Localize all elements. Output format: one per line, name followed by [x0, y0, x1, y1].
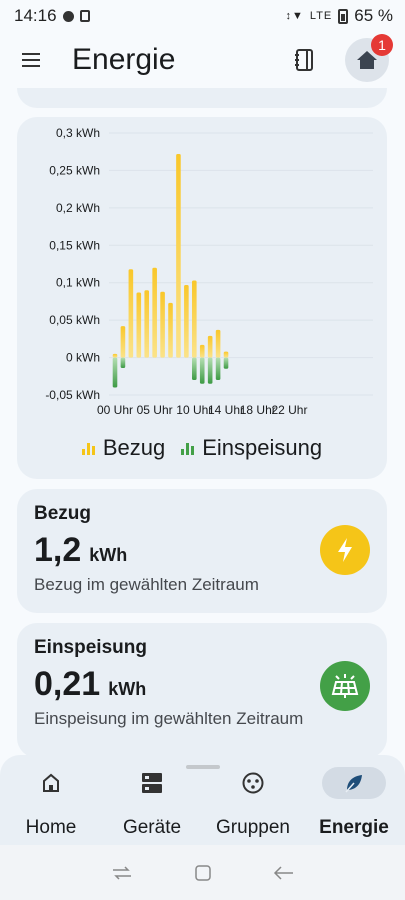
- home-nav-icon[interactable]: [194, 864, 212, 882]
- einspeisung-unit: kWh: [108, 679, 147, 699]
- bottom-navigation: Home Geräte Gruppen Energie: [0, 755, 405, 845]
- chart-legend: Bezug Einspeisung: [17, 435, 387, 461]
- battery-percentage: 65 %: [354, 6, 393, 25]
- x-tick-label: 18 Uhr: [240, 403, 276, 417]
- einspeisung-bar: [199, 357, 205, 384]
- y-tick-label: 0,15 kWh: [49, 238, 100, 252]
- bezug-bar: [223, 351, 229, 358]
- bezug-bar: [176, 153, 181, 358]
- nav-gruppen[interactable]: Gruppen: [208, 767, 298, 839]
- y-tick-label: 0,05 kWh: [49, 313, 100, 327]
- groups-icon: [221, 767, 285, 799]
- status-right: ↕▼ LTE 65 %: [286, 6, 394, 26]
- bezug-bar: [136, 292, 142, 358]
- y-tick-label: -0,05 kWh: [45, 388, 100, 402]
- lightning-icon: [320, 525, 370, 575]
- bezug-bar: [160, 291, 165, 358]
- notebook-icon[interactable]: [291, 47, 317, 73]
- home-icon: [19, 767, 83, 799]
- legend-bezug-label: Bezug: [102, 435, 166, 460]
- status-bar: 14:16 ↕▼ LTE 65 %: [0, 0, 405, 32]
- y-tick-label: 0 kWh: [66, 351, 100, 365]
- bezug-bar: [144, 290, 150, 358]
- bezug-bar: [184, 284, 189, 358]
- network-type: LTE: [309, 10, 333, 22]
- status-left: 14:16: [14, 6, 90, 26]
- devices-icon: [120, 767, 184, 799]
- bezug-bar: [168, 302, 173, 358]
- sim-icon: [79, 10, 90, 22]
- nav-energie[interactable]: Energie: [309, 767, 399, 839]
- notification-badge: 1: [371, 34, 393, 56]
- bezug-bar: [199, 344, 205, 358]
- bezug-title: Bezug: [34, 503, 91, 524]
- bezug-bar: [192, 280, 197, 358]
- bezug-value: 1,2: [34, 531, 82, 569]
- bar-chart-icon-yellow: [81, 441, 96, 455]
- einspeisung-title: Einspeisung: [34, 637, 147, 658]
- einspeisung-value: 0,21: [34, 665, 101, 703]
- signal-icon: ↕▼: [285, 10, 304, 22]
- energy-chart-card: 0,3 kWh 0,25 kWh 0,2 kWh 0,15 kWh 0,1 kWh 0,0…: [17, 117, 387, 479]
- recent-apps-icon[interactable]: [111, 865, 133, 880]
- bezug-bar: [128, 269, 134, 358]
- y-tick-label: 0,1 kWh: [56, 276, 100, 290]
- einspeisung-bar: [207, 357, 213, 384]
- nav-gruppen-label: Gruppen: [216, 817, 290, 838]
- home-button[interactable]: 1: [345, 34, 393, 82]
- einspeisung-description: Einspeisung im gewählten Zeitraum: [34, 709, 304, 728]
- solar-panel-icon: [320, 661, 370, 711]
- nav-geraete-label: Geräte: [122, 817, 182, 838]
- legend-einspeisung[interactable]: Einspeisung: [181, 435, 322, 461]
- bezug-bar: [120, 326, 126, 358]
- einspeisung-bar: [223, 357, 229, 369]
- nav-energie-label: Energie: [319, 817, 389, 838]
- menu-icon[interactable]: [22, 48, 46, 72]
- app-bar: Energie 1: [0, 32, 405, 88]
- leaf-icon: [322, 767, 386, 799]
- einspeisung-bar: [120, 357, 126, 369]
- nav-home-label: Home: [25, 817, 77, 838]
- legend-einspeisung-label: Einspeisung: [202, 435, 323, 460]
- bezug-bar: [152, 267, 157, 358]
- x-tick-label: 14 Uhr: [208, 403, 244, 417]
- status-time: 14:16: [14, 6, 57, 25]
- bezug-unit: kWh: [89, 545, 128, 565]
- einspeisung-card[interactable]: Einspeisung 0,21 kWh Einspeisung im gewä…: [17, 623, 387, 758]
- battery-icon: [338, 8, 349, 24]
- energy-chart: 0,3 kWh 0,25 kWh 0,2 kWh 0,15 kWh 0,1 kWh 0,0…: [45, 126, 373, 417]
- nav-geraete[interactable]: Geräte: [107, 767, 197, 839]
- y-tick-label: 0,3 kWh: [56, 126, 100, 140]
- bezug-card[interactable]: Bezug 1,2 kWh Bezug im gewählten Zeitrau…: [17, 489, 387, 613]
- back-icon[interactable]: [273, 865, 295, 880]
- bezug-description: Bezug im gewählten Zeitraum: [34, 575, 259, 594]
- x-tick-label: 22 Uhr: [271, 403, 307, 417]
- einspeisung-bar: [112, 357, 118, 388]
- y-tick-label: 0,25 kWh: [49, 163, 100, 177]
- nav-home[interactable]: Home: [6, 767, 96, 839]
- previous-card: [17, 88, 387, 108]
- bezug-bar: [215, 329, 221, 358]
- x-tick-label: 10 Uhr: [176, 403, 212, 417]
- einspeisung-bar: [192, 357, 197, 381]
- bezug-bar: [112, 353, 118, 358]
- legend-bezug[interactable]: Bezug: [81, 435, 166, 461]
- page-title: Energie: [72, 43, 176, 76]
- y-tick-label: 0,2 kWh: [56, 201, 100, 215]
- x-tick-label: 05 Uhr: [137, 403, 173, 417]
- system-navigation-bar: [0, 845, 405, 900]
- einspeisung-bar: [215, 357, 221, 381]
- notification-icon: [62, 10, 74, 22]
- x-tick-label: 00 Uhr: [97, 403, 133, 417]
- bezug-bar: [207, 335, 213, 358]
- bar-chart-icon-green: [181, 441, 195, 455]
